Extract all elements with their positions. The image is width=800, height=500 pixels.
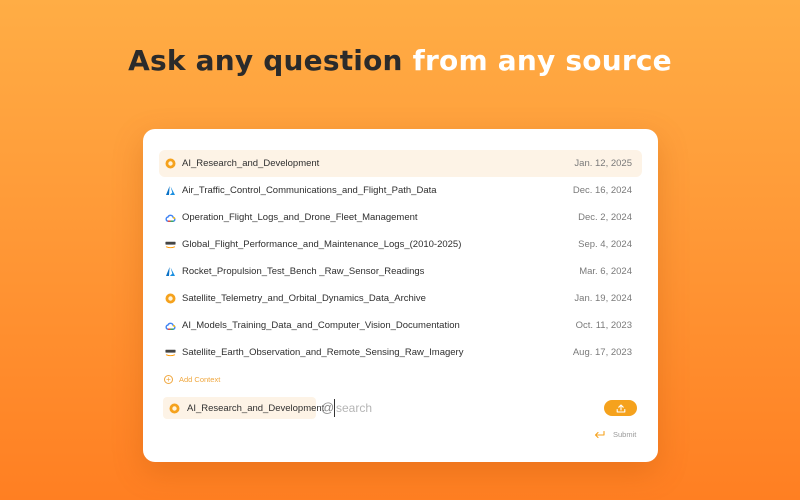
file-date: Aug. 17, 2023 [572,347,632,358]
page-headline: Ask any question from any source [0,44,800,77]
search-input[interactable] [334,399,584,417]
file-date: Dec. 16, 2024 [572,185,632,196]
azure-logo-icon [165,266,176,277]
file-date: Mar. 6, 2024 [579,266,632,277]
file-row[interactable]: Operation_Flight_Logs_and_Drone_Fleet_Ma… [159,204,642,231]
at-symbol: @ [321,400,335,415]
file-row[interactable]: AI_Research_and_Development Jan. 12, 2025 [159,150,642,177]
add-context-button[interactable]: + Add Context [164,375,220,384]
file-name: Global_Flight_Performance_and_Maintenanc… [182,239,462,250]
query-card: AI_Research_and_Development Jan. 12, 2025… [143,129,658,462]
openai-logo-icon [165,158,176,169]
file-date: Dec. 2, 2024 [578,212,632,223]
enter-icon [594,430,605,439]
aws-logo-icon [165,347,176,358]
headline-part-2: from any source [412,44,672,77]
add-context-label: Add Context [179,375,221,384]
upload-icon [616,403,626,413]
file-name: Operation_Flight_Logs_and_Drone_Fleet_Ma… [182,212,418,223]
plus-circle-icon: + [164,375,173,384]
google-cloud-logo-icon [165,212,176,223]
openai-logo-icon [169,403,180,414]
file-date: Oct. 11, 2023 [575,320,632,331]
submit-label: Submit [613,430,637,439]
file-date: Jan. 12, 2025 [574,158,632,169]
file-name: Satellite_Earth_Observation_and_Remote_S… [182,347,464,358]
openai-logo-icon [165,293,176,304]
file-date: Jan. 19, 2024 [574,293,632,304]
azure-logo-icon [165,185,176,196]
context-chip-label: AI_Research_and_Development [187,402,325,414]
file-name: AI_Research_and_Development [182,158,320,169]
aws-logo-icon [165,239,176,250]
file-name: Air_Traffic_Control_Communications_and_F… [182,185,437,196]
context-chip[interactable]: AI_Research_and_Development [163,397,324,419]
upload-button[interactable] [604,400,637,416]
composer: AI_Research_and_Development @ [163,397,639,419]
file-row[interactable]: Rocket_Propulsion_Test_Bench _Raw_Sensor… [159,258,642,285]
file-name: Rocket_Propulsion_Test_Bench _Raw_Sensor… [182,266,425,277]
file-name: AI_Models_Training_Data_and_Computer_Vis… [182,320,460,331]
file-row[interactable]: AI_Models_Training_Data_and_Computer_Vis… [159,312,642,339]
file-row[interactable]: Air_Traffic_Control_Communications_and_F… [159,177,642,204]
file-date: Sep. 4, 2024 [578,239,632,250]
google-cloud-logo-icon [165,320,176,331]
file-row[interactable]: Satellite_Telemetry_and_Orbital_Dynamics… [159,285,642,312]
file-row[interactable]: Global_Flight_Performance_and_Maintenanc… [159,231,642,258]
file-list: AI_Research_and_Development Jan. 12, 2025… [159,150,642,366]
file-row[interactable]: Satellite_Earth_Observation_and_Remote_S… [159,339,642,366]
submit-button[interactable]: Submit [594,430,636,439]
file-name: Satellite_Telemetry_and_Orbital_Dynamics… [182,293,426,304]
headline-part-1: Ask any question [128,44,403,77]
